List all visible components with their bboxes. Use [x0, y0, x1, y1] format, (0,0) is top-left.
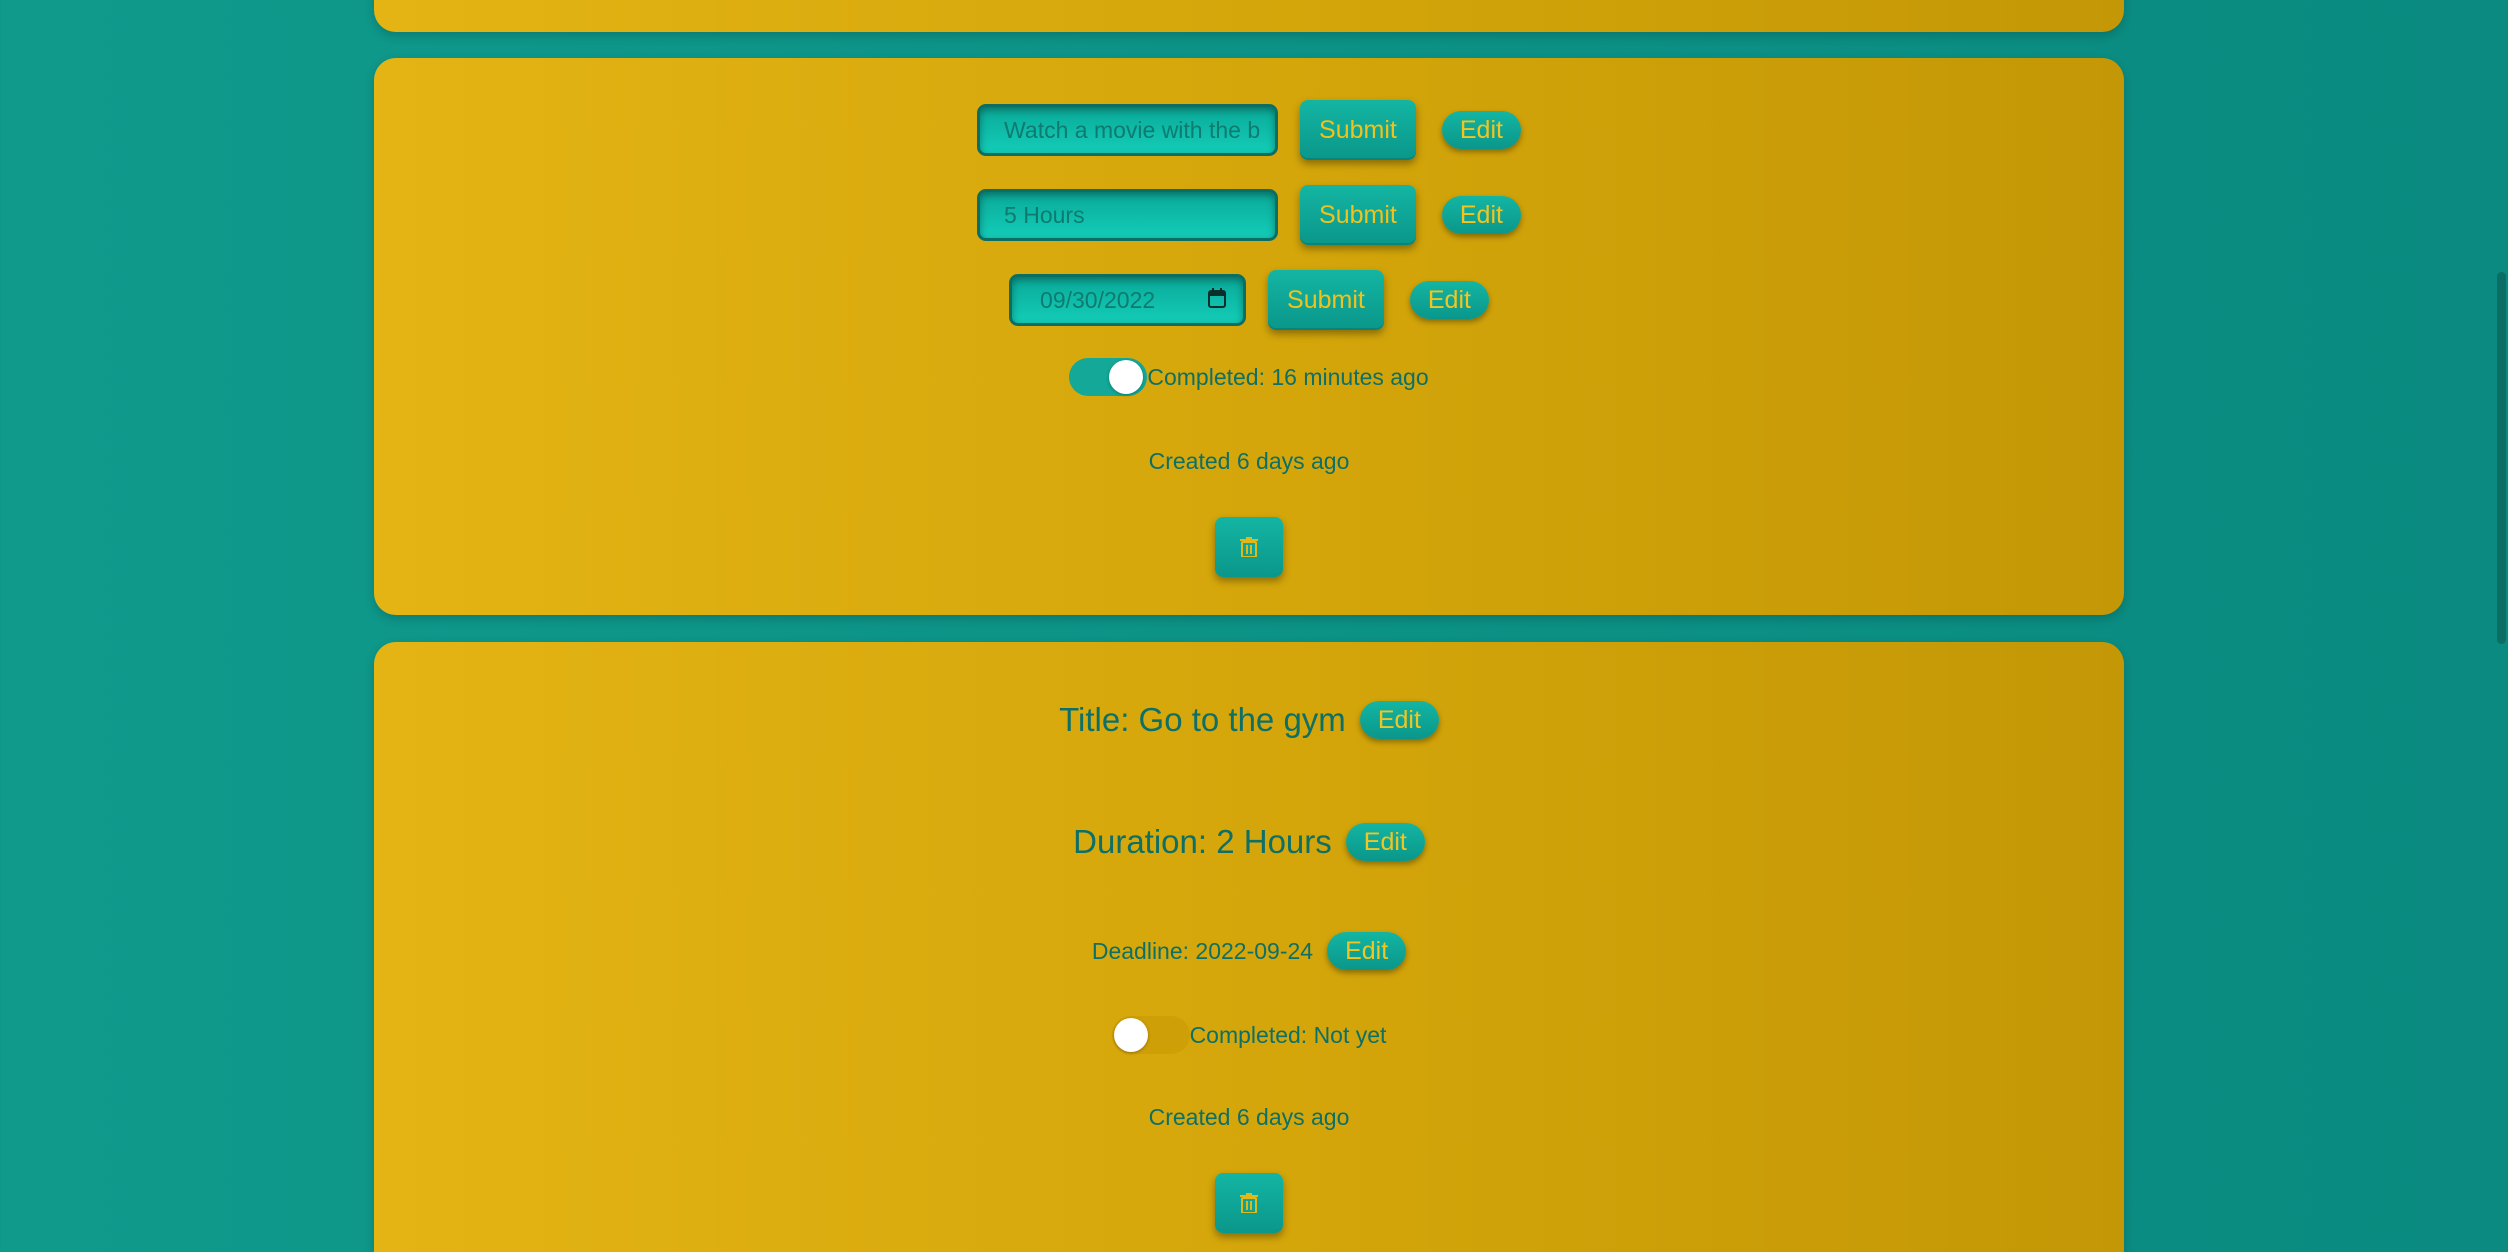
deadline-edit-button[interactable]: Edit — [1409, 281, 1489, 319]
task-duration: Duration: 2 Hours — [1073, 823, 1332, 860]
title-input[interactable] — [977, 104, 1279, 156]
deadline-input-wrapper — [1009, 274, 1247, 326]
duration-submit-button[interactable]: Submit — [1300, 185, 1416, 245]
deadline-edit-row: Submit Edit — [374, 270, 2124, 330]
toggle-knob — [1113, 1018, 1148, 1052]
completed-toggle[interactable] — [1069, 358, 1148, 396]
deadline-row: Deadline: 2022-09-24 Edit — [374, 932, 2124, 970]
completed-toggle[interactable] — [1111, 1016, 1190, 1054]
title-edit-button[interactable]: Edit — [1441, 111, 1521, 149]
created-row: Created 6 days ago — [374, 448, 2124, 475]
task-card: Title: Go to the gym Edit Duration: 2 Ho… — [374, 642, 2124, 1252]
completed-row: Completed: Not yet — [374, 1016, 2124, 1054]
deadline-submit-button[interactable]: Submit — [1268, 270, 1384, 330]
task-card-editing: Submit Edit Submit Edit Submit Edit Comp… — [374, 58, 2124, 615]
delete-task-button[interactable] — [1215, 517, 1283, 577]
deadline-date-input[interactable] — [1009, 274, 1247, 326]
duration-row: Duration: 2 Hours Edit — [374, 823, 2124, 861]
delete-task-button[interactable] — [1215, 1173, 1283, 1233]
page-scrollbar[interactable] — [2496, 0, 2508, 1252]
task-deadline: Deadline: 2022-09-24 — [1091, 937, 1314, 964]
delete-row — [374, 517, 2124, 577]
title-submit-button[interactable]: Submit — [1300, 100, 1416, 160]
created-label: Created 6 days ago — [1148, 448, 1350, 474]
toggle-knob — [1109, 360, 1144, 394]
duration-edit-row: Submit Edit — [374, 185, 2124, 245]
created-row: Created 6 days ago — [374, 1104, 2124, 1131]
duration-edit-button[interactable]: Edit — [1345, 823, 1425, 861]
trash-icon — [1240, 1193, 1258, 1213]
title-edit-row: Submit Edit — [374, 100, 2124, 160]
deadline-edit-button[interactable]: Edit — [1327, 932, 1407, 970]
title-row: Title: Go to the gym Edit — [374, 701, 2124, 739]
duration-edit-button[interactable]: Edit — [1441, 196, 1521, 234]
completed-row: Completed: 16 minutes ago — [374, 358, 2124, 396]
title-edit-button[interactable]: Edit — [1359, 701, 1439, 739]
completed-status-label: Completed: 16 minutes ago — [1147, 363, 1429, 390]
delete-row — [374, 1173, 2124, 1233]
trash-icon — [1240, 537, 1258, 557]
task-title: Title: Go to the gym — [1059, 701, 1346, 738]
task-card-previous — [374, 0, 2124, 32]
duration-input[interactable] — [977, 189, 1279, 241]
created-label: Created 6 days ago — [1148, 1104, 1350, 1130]
scrollbar-thumb[interactable] — [2497, 272, 2506, 644]
completed-status-label: Completed: Not yet — [1189, 1021, 1387, 1048]
